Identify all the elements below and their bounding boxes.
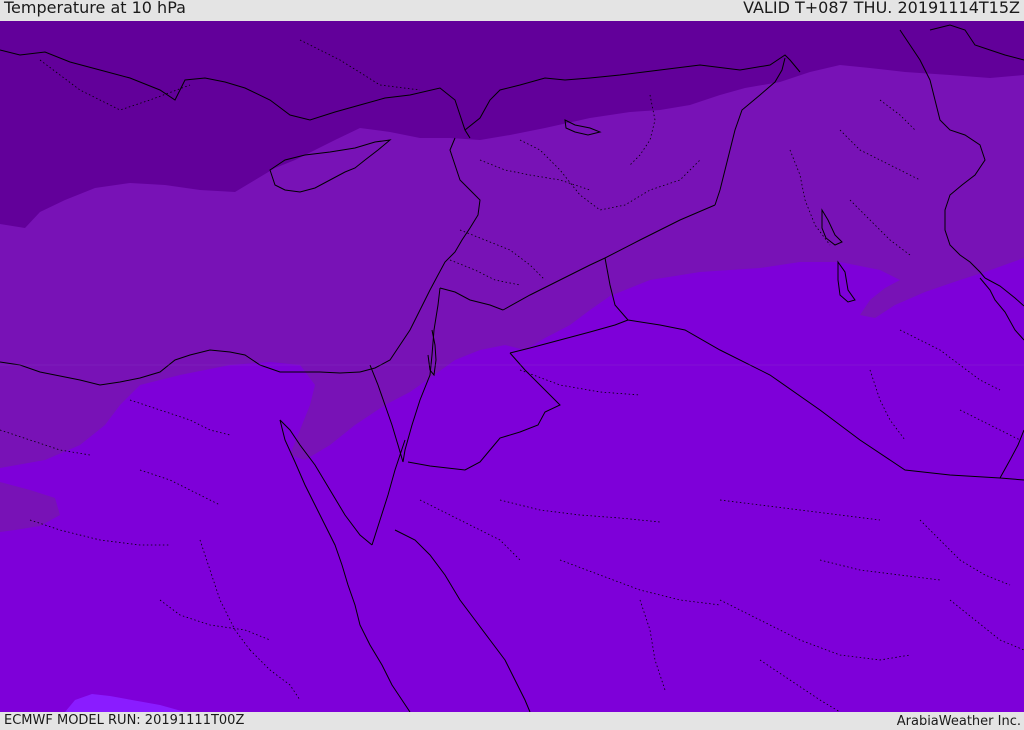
model-run-label: ECMWF MODEL RUN: 20191111T00Z bbox=[4, 713, 245, 728]
header-bar: Temperature at 10 hPa VALID T+087 THU. 2… bbox=[0, 0, 1024, 21]
valid-time: VALID T+087 THU. 20191114T15Z bbox=[743, 0, 1020, 17]
footer-bar: ECMWF MODEL RUN: 20191111T00Z ArabiaWeat… bbox=[0, 712, 1024, 729]
weather-map bbox=[0, 21, 1024, 712]
map-title: Temperature at 10 hPa bbox=[4, 0, 186, 17]
credit-label: ArabiaWeather Inc. bbox=[896, 714, 1021, 729]
